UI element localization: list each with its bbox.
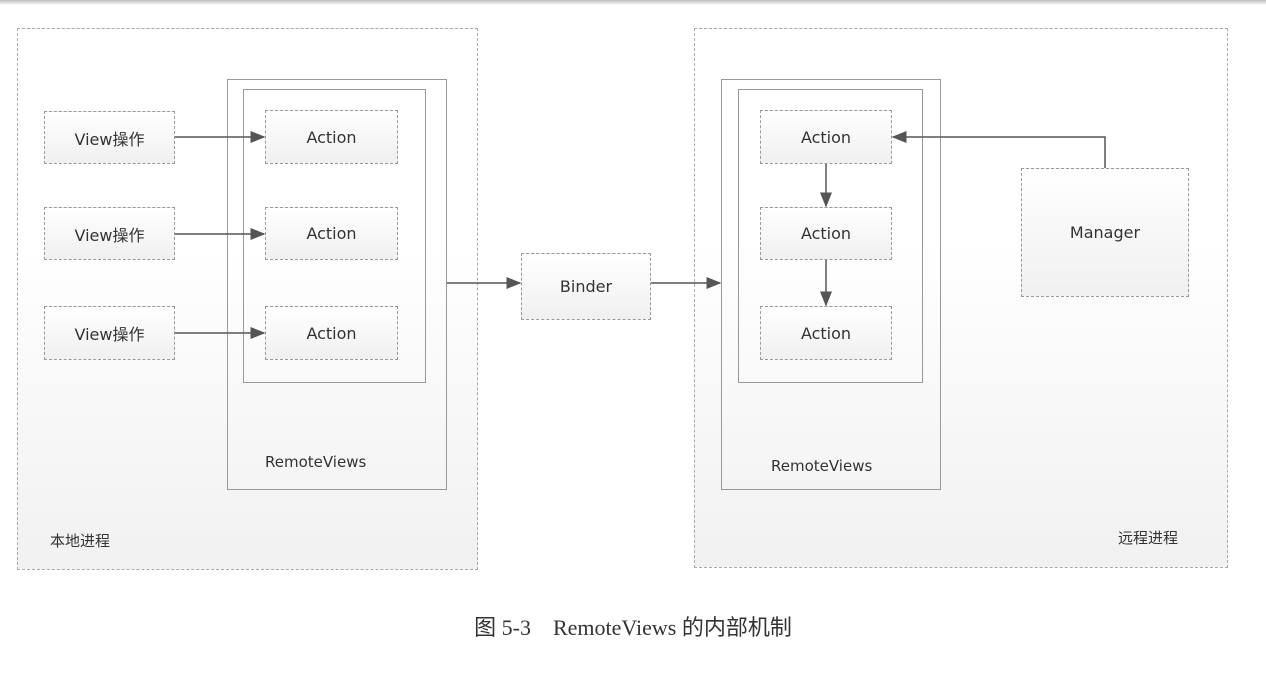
figure-caption: 图 5-3 RemoteViews 的内部机制	[474, 615, 792, 640]
arrow-manager-action1	[891, 131, 1106, 168]
connector-arrows	[175, 131, 1106, 339]
